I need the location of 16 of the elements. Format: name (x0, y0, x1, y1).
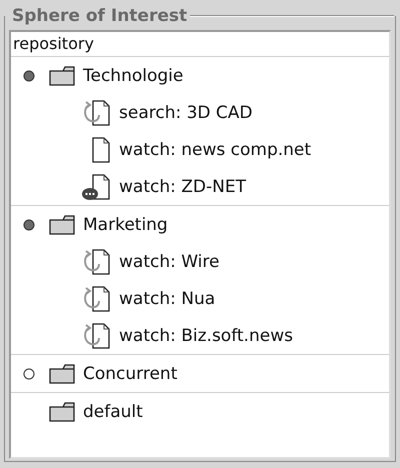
folder-label[interactable]: Concurrent (83, 364, 178, 384)
folder-icon (49, 66, 75, 86)
watch-item-label[interactable]: search: 3D CAD (119, 102, 253, 122)
watch-item-label[interactable]: watch: ZD-NET (119, 176, 246, 196)
folder-icon (49, 214, 75, 234)
watch-item-label[interactable]: watch: Wire (119, 252, 220, 272)
tree-root[interactable]: repository (11, 32, 389, 57)
group-title: Sphere of Interest (11, 6, 188, 26)
folder-icon (49, 402, 75, 422)
folder-label[interactable]: default (83, 402, 143, 422)
folder-label[interactable]: Marketing (83, 214, 168, 234)
folder-label[interactable]: Technologie (83, 66, 184, 86)
folder-icon (49, 364, 75, 384)
watch-item-label[interactable]: watch: Biz.soft.news (119, 326, 293, 346)
watch-item-label[interactable]: watch: news comp.net (119, 140, 312, 160)
watch-item-label[interactable]: watch: Nua (119, 288, 216, 308)
